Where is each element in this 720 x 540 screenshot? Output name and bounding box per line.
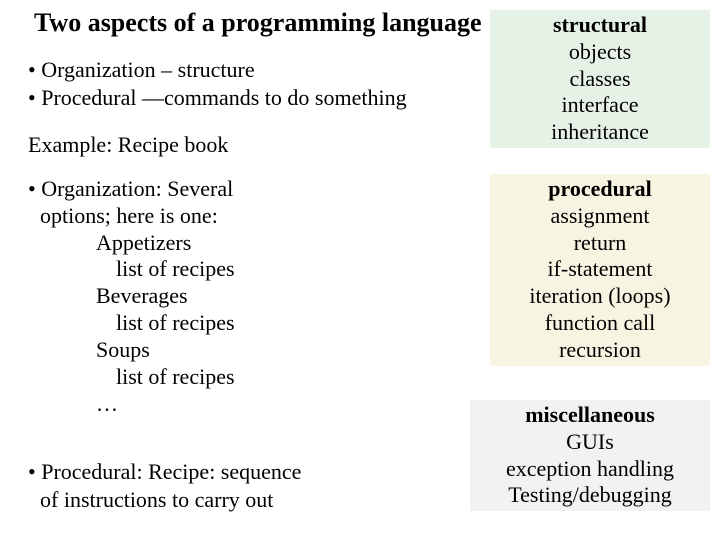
org-ellipsis: … — [96, 391, 235, 418]
panel-structural-item: classes — [490, 66, 710, 93]
panel-procedural-item: recursion — [490, 337, 710, 364]
panel-structural: structural objects classes interface inh… — [490, 10, 710, 148]
panel-misc-item: Testing/debugging — [470, 482, 710, 509]
panel-structural-item: interface — [490, 92, 710, 119]
org-list: list of recipes — [116, 310, 235, 337]
org-line: options; here is one: — [40, 203, 235, 230]
panel-procedural-item: assignment — [490, 203, 710, 230]
panel-procedural: procedural assignment return if-statemen… — [490, 174, 710, 366]
slide: Two aspects of a programming language • … — [0, 0, 720, 540]
panel-structural-item: inheritance — [490, 119, 710, 146]
proc-line: • Procedural: Recipe: sequence — [28, 458, 301, 486]
panel-procedural-item: function call — [490, 310, 710, 337]
org-line: • Organization: Several — [28, 176, 235, 203]
panel-procedural-item: iteration (loops) — [490, 283, 710, 310]
panel-procedural-header: procedural — [490, 176, 710, 203]
org-beverages: Beverages — [96, 283, 235, 310]
slide-title: Two aspects of a programming language — [34, 8, 482, 38]
panel-structural-item: objects — [490, 39, 710, 66]
bullet-procedural: • Procedural —commands to do something — [28, 84, 407, 112]
org-appetizers: Appetizers — [96, 230, 235, 257]
panel-miscellaneous: miscellaneous GUIs exception handling Te… — [470, 400, 710, 511]
panel-structural-header: structural — [490, 12, 710, 39]
panel-misc-item: GUIs — [470, 429, 710, 456]
panel-procedural-item: return — [490, 230, 710, 257]
organization-example: • Organization: Several options; here is… — [28, 176, 235, 417]
org-list: list of recipes — [116, 256, 235, 283]
bullet-organization: • Organization – structure — [28, 56, 407, 84]
panel-misc-item: exception handling — [470, 456, 710, 483]
panel-misc-header: miscellaneous — [470, 402, 710, 429]
panel-procedural-item: if-statement — [490, 256, 710, 283]
org-soups: Soups — [96, 337, 235, 364]
top-bullets: • Organization – structure • Procedural … — [28, 56, 407, 111]
example-heading: Example: Recipe book — [28, 132, 228, 158]
proc-line: of instructions to carry out — [40, 486, 301, 514]
procedural-example: • Procedural: Recipe: sequence of instru… — [28, 458, 301, 513]
org-list: list of recipes — [116, 364, 235, 391]
